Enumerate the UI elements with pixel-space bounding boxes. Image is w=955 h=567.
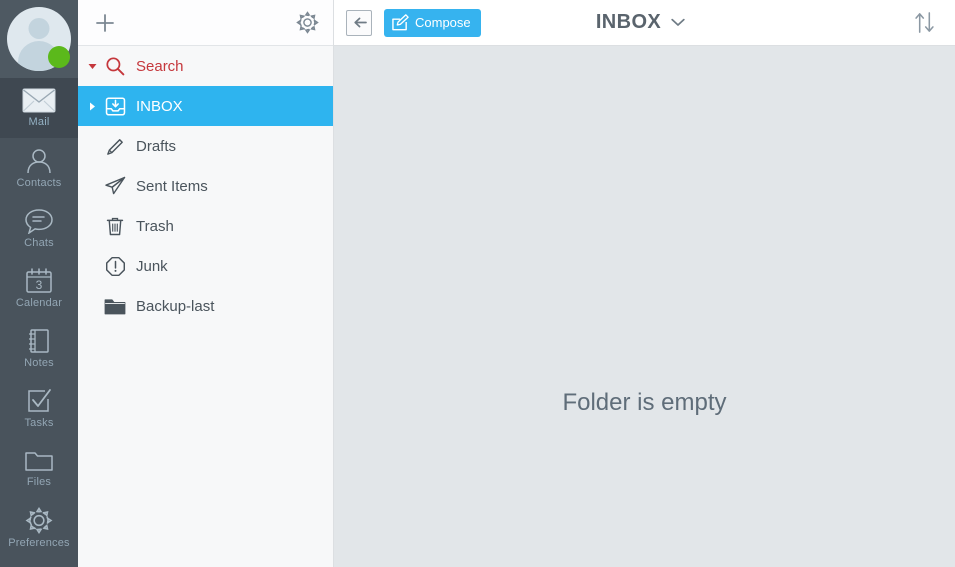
checkbox-icon bbox=[25, 388, 53, 414]
rail-item-chats[interactable]: Chats bbox=[0, 198, 78, 258]
page-title: INBOX bbox=[595, 11, 662, 33]
rail-item-label: Chats bbox=[24, 236, 54, 249]
chevron-down-icon[interactable] bbox=[671, 18, 685, 27]
collapse-left-icon bbox=[353, 17, 367, 28]
folder-settings-gear-button[interactable] bbox=[296, 11, 319, 34]
folder-label: Trash bbox=[136, 217, 174, 235]
gear-icon bbox=[25, 507, 53, 534]
rail-item-label: Notes bbox=[24, 356, 54, 369]
presence-status-indicator[interactable] bbox=[48, 46, 70, 68]
rail-item-notes[interactable]: Notes bbox=[0, 318, 78, 378]
message-pane: Compose INBOX Folder is empty bbox=[334, 0, 955, 567]
pencil-icon bbox=[100, 136, 130, 157]
user-avatar-block[interactable] bbox=[0, 0, 78, 78]
folder-list: Search INBOX Drafts Sent Items Trash Jun… bbox=[78, 46, 333, 567]
twisty-right-icon[interactable] bbox=[84, 102, 100, 111]
app-rail: Mail Contacts Chats 3 Calendar Notes Tas… bbox=[0, 0, 78, 567]
folder-pane: Search INBOX Drafts Sent Items Trash Jun… bbox=[78, 0, 334, 567]
folder-label: Search bbox=[136, 57, 184, 75]
inbox-tray-icon bbox=[100, 96, 130, 117]
rail-item-files[interactable]: Files bbox=[0, 438, 78, 498]
rail-item-calendar[interactable]: 3 Calendar bbox=[0, 258, 78, 318]
compose-button[interactable]: Compose bbox=[384, 8, 481, 37]
folder-label: Drafts bbox=[136, 137, 177, 155]
folder-row-search[interactable]: Search bbox=[78, 46, 333, 86]
mail-app: Mail Contacts Chats 3 Calendar Notes Tas… bbox=[0, 0, 955, 567]
folder-row-drafts[interactable]: Drafts bbox=[78, 126, 333, 166]
message-toolbar: Compose INBOX bbox=[334, 0, 955, 46]
person-icon bbox=[24, 148, 54, 174]
folder-label: INBOX bbox=[136, 97, 183, 115]
rail-item-list: Mail Contacts Chats 3 Calendar Notes Tas… bbox=[0, 78, 78, 558]
folder-row-trash[interactable]: Trash bbox=[78, 206, 333, 246]
rail-item-label: Preferences bbox=[8, 537, 70, 549]
rail-item-label: Mail bbox=[28, 116, 50, 128]
folder-row-sent-items[interactable]: Sent Items bbox=[78, 166, 333, 206]
rail-item-preferences[interactable]: Preferences bbox=[0, 498, 78, 558]
folder-pane-toolbar bbox=[78, 0, 333, 46]
compose-pencil-icon bbox=[392, 14, 409, 31]
folder-row-backup-last[interactable]: Backup-last bbox=[78, 286, 333, 326]
sort-arrows-icon bbox=[915, 12, 934, 33]
notebook-icon bbox=[25, 328, 53, 354]
svg-text:3: 3 bbox=[36, 278, 43, 292]
chat-bubble-icon bbox=[24, 208, 54, 235]
avatar-head-shape bbox=[28, 18, 50, 39]
rail-item-label: Tasks bbox=[24, 416, 54, 429]
folder-label: Backup-last bbox=[136, 297, 215, 315]
exclamation-octagon-icon bbox=[100, 256, 130, 277]
envelope-icon bbox=[22, 88, 56, 113]
folder-row-inbox[interactable]: INBOX bbox=[78, 86, 333, 126]
rail-item-mail[interactable]: Mail bbox=[0, 78, 78, 138]
folder-label: Junk bbox=[136, 257, 168, 275]
calendar-icon: 3 bbox=[25, 267, 53, 294]
twisty-down-icon[interactable] bbox=[84, 63, 100, 70]
rail-item-contacts[interactable]: Contacts bbox=[0, 138, 78, 198]
trash-can-icon bbox=[100, 216, 130, 237]
rail-item-tasks[interactable]: Tasks bbox=[0, 378, 78, 438]
collapse-left-button[interactable] bbox=[346, 9, 372, 36]
folder-icon bbox=[24, 449, 54, 473]
sort-order-button[interactable] bbox=[912, 10, 937, 35]
magnifier-icon bbox=[100, 56, 130, 76]
folder-title-dropdown[interactable]: INBOX bbox=[596, 11, 685, 34]
folder-row-junk[interactable]: Junk bbox=[78, 246, 333, 286]
add-folder-button[interactable] bbox=[94, 12, 116, 34]
folder-filled-icon bbox=[100, 297, 130, 316]
folder-label: Sent Items bbox=[136, 177, 208, 195]
message-list-empty-area: Folder is empty bbox=[334, 46, 955, 567]
rail-item-label: Files bbox=[26, 475, 52, 488]
rail-item-label: Contacts bbox=[16, 176, 62, 189]
paper-plane-icon bbox=[100, 176, 130, 196]
compose-button-label: Compose bbox=[415, 15, 471, 30]
rail-item-label: Calendar bbox=[15, 296, 63, 309]
empty-state-text: Folder is empty bbox=[562, 388, 727, 416]
